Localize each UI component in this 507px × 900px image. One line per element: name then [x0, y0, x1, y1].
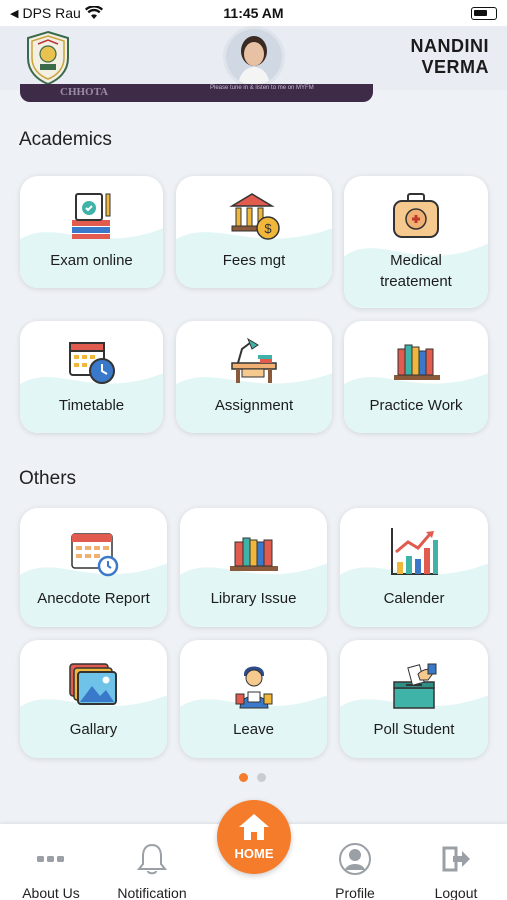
more-dots-icon [37, 856, 64, 862]
home-icon [239, 814, 269, 840]
section-title-academics: Academics [19, 129, 112, 150]
card-library-issue[interactable]: Library Issue [180, 508, 327, 627]
medical-kit-icon [393, 193, 439, 238]
user-last-name: VERMA [421, 57, 489, 77]
card-gallary[interactable]: Gallary [20, 640, 167, 758]
card-label-line1: Medical [390, 252, 442, 269]
home-label: HOME [234, 846, 274, 861]
battery-icon [471, 7, 497, 20]
chart-icon [391, 528, 438, 575]
books-icon [394, 344, 440, 380]
card-label: Assignment [214, 397, 294, 414]
card-assignment[interactable]: Assignment [176, 321, 332, 433]
student-icon [235, 666, 272, 709]
tab-notification[interactable]: Notification [107, 842, 197, 900]
page-dot[interactable] [257, 773, 266, 782]
status-bar: ◀ DPS Rau 11:45 AM [0, 0, 507, 26]
card-label: Anecdote Report [37, 590, 150, 607]
card-fees-mgt[interactable]: $ Fees mgt [176, 176, 332, 288]
ballot-box-icon [393, 663, 437, 709]
card-calender[interactable]: Calender [340, 508, 488, 627]
card-label: Gallary [69, 721, 118, 738]
user-name: NANDINI VERMA [411, 36, 490, 78]
card-leave[interactable]: Leave [180, 640, 327, 758]
tab-label: Logout [434, 885, 478, 900]
bank-fees-icon: $ [229, 193, 280, 240]
calendar-clock-icon [68, 342, 115, 384]
card-label: Leave [233, 721, 274, 738]
card-label: Fees mgt [222, 252, 286, 269]
card-label: Calender [383, 590, 445, 607]
svg-text:$: $ [264, 221, 272, 236]
banner[interactable]: CHHOTA Please tune in & listen to me on … [20, 84, 373, 102]
user-circle-icon [339, 843, 371, 875]
card-label: Exam online [50, 252, 133, 269]
calendar-report-icon [70, 533, 118, 577]
card-label: Medical treatement [344, 250, 488, 292]
tab-label: Profile [335, 885, 375, 900]
banner-subtitle: Please tune in & listen to me on MYFM [210, 85, 314, 91]
card-label-line2: treatement [380, 273, 452, 290]
page-dot-active[interactable] [239, 773, 248, 782]
school-logo [27, 30, 69, 86]
home-button[interactable]: HOME [217, 800, 291, 874]
card-label: Poll Student [373, 721, 455, 738]
card-label: Library Issue [210, 590, 297, 607]
card-exam-online[interactable]: Exam online [20, 176, 163, 288]
card-practice-work[interactable]: Practice Work [344, 321, 488, 433]
books-icon [229, 537, 278, 571]
section-title-others: Others [19, 468, 77, 489]
user-first-name: NANDINI [410, 36, 489, 56]
logout-icon [442, 846, 470, 872]
tab-about-us[interactable]: About Us [6, 842, 96, 900]
bell-icon [136, 843, 168, 875]
card-timetable[interactable]: Timetable [20, 321, 163, 433]
tab-profile[interactable]: Profile [310, 842, 400, 900]
banner-title: CHHOTA [60, 86, 109, 98]
card-label: Practice Work [369, 397, 463, 414]
card-label: Timetable [58, 397, 125, 414]
student-photo [226, 29, 282, 85]
avatar[interactable] [223, 26, 285, 88]
status-time: 11:45 AM [223, 5, 284, 21]
card-medical-treatement[interactable]: Medical treatement [344, 176, 488, 308]
desk-lamp-icon [231, 337, 277, 383]
tab-logout[interactable]: Logout [411, 842, 501, 900]
card-poll-student[interactable]: Poll Student [340, 640, 488, 758]
page-indicator [239, 773, 266, 782]
tab-label: Notification [117, 885, 187, 900]
exam-icon [71, 193, 110, 239]
header: NANDINI VERMA [0, 26, 507, 90]
gallery-icon [68, 663, 117, 705]
card-anecdote-report[interactable]: Anecdote Report [20, 508, 167, 627]
tab-label: About Us [22, 885, 80, 900]
